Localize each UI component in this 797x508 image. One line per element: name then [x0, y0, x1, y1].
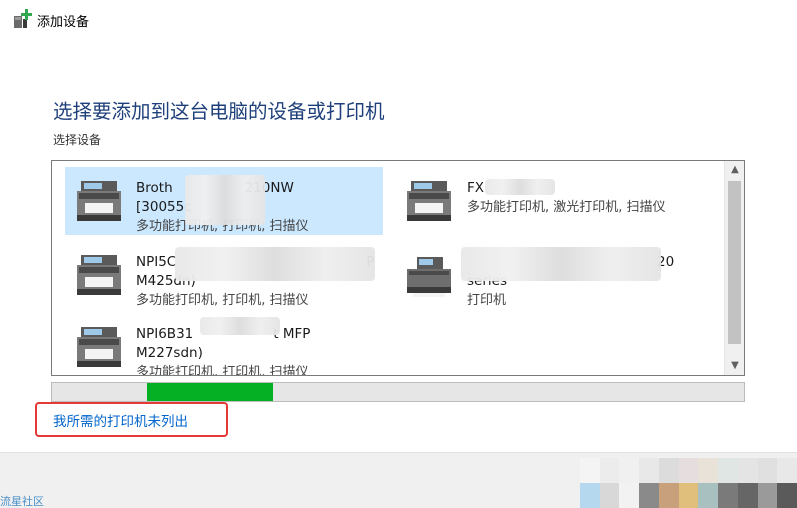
device-item[interactable]: FX 多功能打印机, 激光打印机, 扫描仪: [395, 167, 713, 235]
printer-icon: [407, 257, 451, 297]
page-subheading: 选择设备: [53, 133, 102, 147]
redaction-blur: [200, 317, 280, 335]
vertical-scrollbar[interactable]: ▲ ▼: [724, 161, 744, 375]
device-model: M227sdn): [136, 345, 203, 361]
multifunction-printer-icon: [77, 181, 121, 221]
device-type: 多功能打印机, 激光打印机, 扫描仪: [467, 200, 666, 215]
redacted-mosaic: [580, 458, 797, 508]
multifunction-printer-icon: [77, 327, 121, 367]
title-bar: 添加设备: [0, 0, 797, 38]
search-progress-bar: [51, 382, 745, 402]
device-type: 打印机: [467, 293, 507, 308]
redaction-blur: [175, 247, 375, 281]
page-heading: 选择要添加到这台电脑的设备或打印机: [53, 100, 385, 123]
device-type: 多功能打印机, 打印机, 扫描仪: [136, 293, 309, 308]
watermark: 流星社区: [0, 495, 44, 508]
printer-not-listed-link[interactable]: 我所需的打印机未列出: [53, 410, 188, 430]
add-device-icon: [14, 9, 32, 28]
redaction-blur: [485, 179, 555, 195]
device-list[interactable]: Broth 210NW [30055c 多功能打印机, 打印机, 扫描仪 FX 多…: [51, 160, 745, 376]
device-name: NPI6B31: [136, 326, 194, 342]
add-device-window: 添加设备 选择要添加到这台电脑的设备或打印机 选择设备 Broth 210NW […: [0, 0, 797, 508]
device-type: 多功能打印机, 打印机, 扫描仪: [136, 365, 309, 376]
scroll-up-arrow-icon[interactable]: ▲: [725, 161, 744, 179]
multifunction-printer-icon: [77, 255, 121, 295]
multifunction-printer-icon: [407, 181, 451, 221]
device-name: Broth: [136, 180, 173, 196]
redaction-blur: [185, 175, 265, 225]
redaction-blur: [461, 247, 661, 281]
device-item[interactable]: NPI6B31 t MFP M227sdn) 多功能打印机, 打印机, 扫描仪: [65, 313, 383, 376]
device-name: NPI5C: [136, 254, 177, 270]
window-title: 添加设备: [37, 15, 90, 30]
scroll-down-arrow-icon[interactable]: ▼: [725, 357, 744, 375]
scroll-thumb[interactable]: [728, 181, 741, 344]
device-item[interactable]: NPI5CP M425dn) 多功能打印机, 打印机, 扫描仪: [65, 241, 383, 309]
device-item[interactable]: Broth 210NW [30055c 多功能打印机, 打印机, 扫描仪: [65, 167, 383, 235]
device-item[interactable]: 20 series 打印机: [395, 241, 713, 309]
progress-fill: [146, 383, 274, 401]
